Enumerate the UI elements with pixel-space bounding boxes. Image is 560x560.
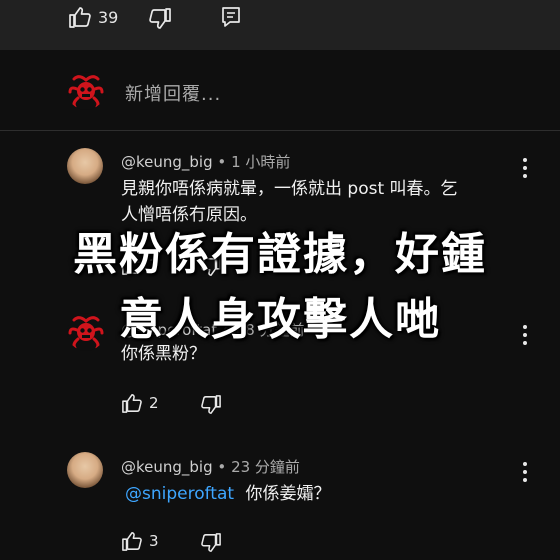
comment-dislike-button[interactable] (200, 395, 222, 415)
comment-meta: @keung_big • 1 小時前 (121, 153, 291, 171)
comment-username[interactable]: @keung_big (121, 458, 213, 476)
reply-input-placeholder[interactable]: 新增回覆... (125, 80, 221, 106)
reply-button[interactable] (221, 6, 241, 28)
top-action-bar: 39 (0, 0, 560, 50)
thumb-up-icon (69, 7, 91, 28)
comment-icon (222, 7, 240, 27)
mention-link[interactable]: @sniperoftat (125, 484, 234, 504)
more-options-icon[interactable] (522, 462, 528, 486)
overlay-caption-line2: 意人身攻擊人哋 (119, 294, 441, 345)
comment-like-button[interactable]: 2 (121, 393, 159, 413)
thumb-down-icon (149, 8, 171, 29)
hydra-logo-icon (68, 75, 104, 109)
comment-username[interactable]: @keung_big (121, 153, 213, 171)
hydra-avatar (67, 72, 105, 110)
like-count: 39 (98, 7, 119, 27)
comment-time: 1 小時前 (231, 153, 291, 171)
thumb-down-icon (201, 533, 221, 552)
thumb-up-icon (122, 532, 142, 551)
comment-like-count: 3 (149, 532, 159, 550)
like-button[interactable]: 39 (68, 6, 118, 28)
comment-dislike-button[interactable] (200, 533, 222, 553)
comment-meta: @keung_big • 23 分鐘前 (121, 458, 300, 476)
thumb-up-icon (122, 394, 142, 413)
avatar[interactable] (67, 452, 103, 488)
comment-like-button[interactable]: 3 (121, 531, 159, 551)
reply-input-row[interactable] (0, 52, 560, 130)
divider (0, 130, 560, 131)
more-options-icon[interactable] (522, 158, 528, 182)
thumb-down-icon (201, 395, 221, 414)
overlay-caption-line1: 黑粉係有證據，好鍾 (73, 229, 487, 280)
comment-like-count: 2 (149, 394, 159, 412)
dislike-button[interactable] (148, 8, 172, 30)
comment-time: 23 分鐘前 (231, 458, 300, 476)
avatar[interactable] (67, 148, 103, 184)
comment-text: @sniperoftat 你係姜孀？ (125, 484, 331, 504)
